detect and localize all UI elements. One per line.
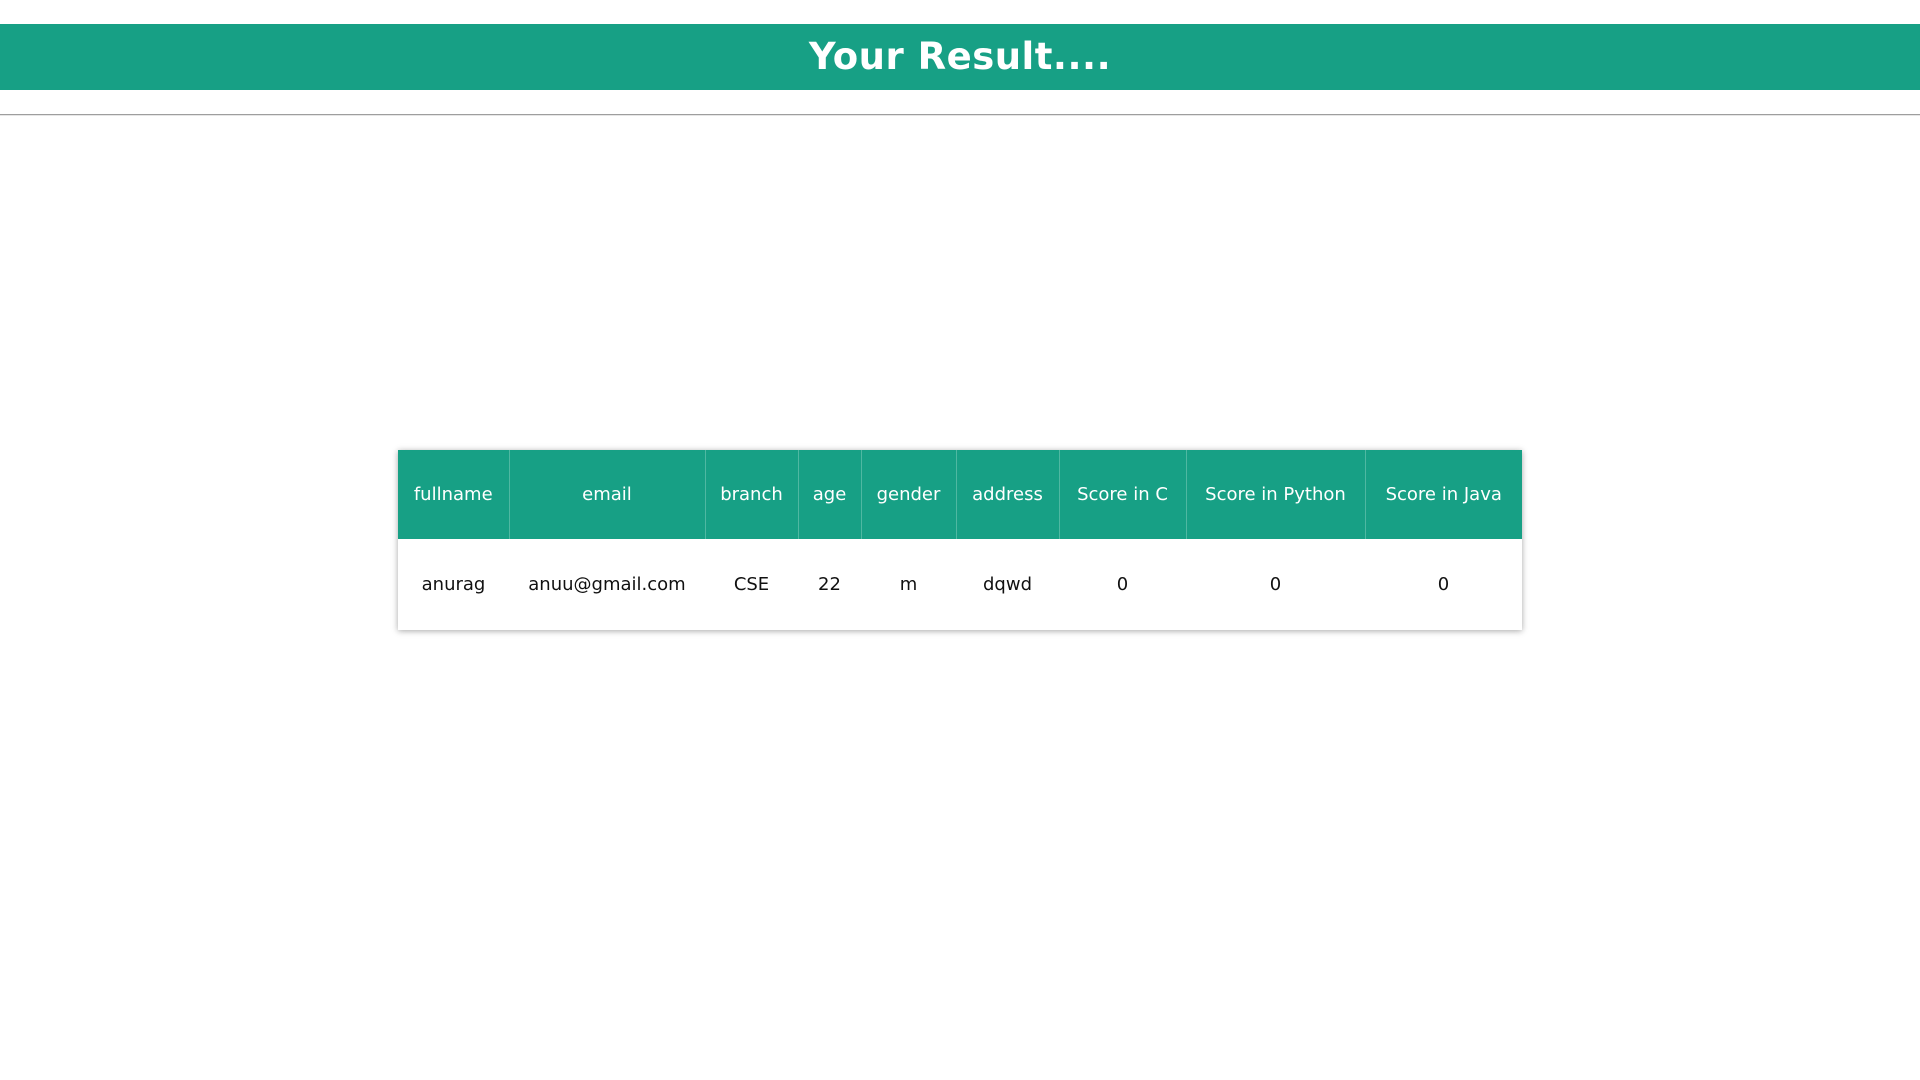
column-header-score-c: Score in C [1059, 450, 1187, 539]
column-header-gender: gender [861, 450, 957, 539]
page-header: Your Result.... [0, 24, 1920, 90]
result-table-container: fullname email branch age gender address… [398, 450, 1522, 630]
table-header-row: fullname email branch age gender address… [398, 450, 1522, 539]
column-header-address: address [956, 450, 1060, 539]
cell-score-java: 0 [1437, 574, 1450, 595]
cell-gender: m [899, 574, 918, 595]
column-header-email: email [509, 450, 706, 539]
page-title: Your Result.... [808, 35, 1112, 78]
table-row: anurag anuu@gmail.com CSE 22 m dqwd 0 0 … [398, 539, 1522, 630]
column-header-branch: branch [705, 450, 799, 539]
column-header-age: age [798, 450, 862, 539]
cell-score-python: 0 [1269, 574, 1282, 595]
cell-branch: CSE [733, 574, 770, 595]
column-header-score-python: Score in Python [1186, 450, 1366, 539]
cell-fullname: anurag [421, 574, 486, 595]
cell-age: 22 [818, 574, 841, 595]
cell-address: dqwd [983, 574, 1032, 595]
cell-email: anuu@gmail.com [528, 574, 686, 595]
column-header-fullname: fullname [398, 450, 510, 539]
horizontal-divider [0, 114, 1920, 116]
column-header-score-java: Score in Java [1385, 484, 1502, 505]
cell-score-c: 0 [1116, 574, 1129, 595]
result-table: fullname email branch age gender address… [398, 450, 1522, 630]
